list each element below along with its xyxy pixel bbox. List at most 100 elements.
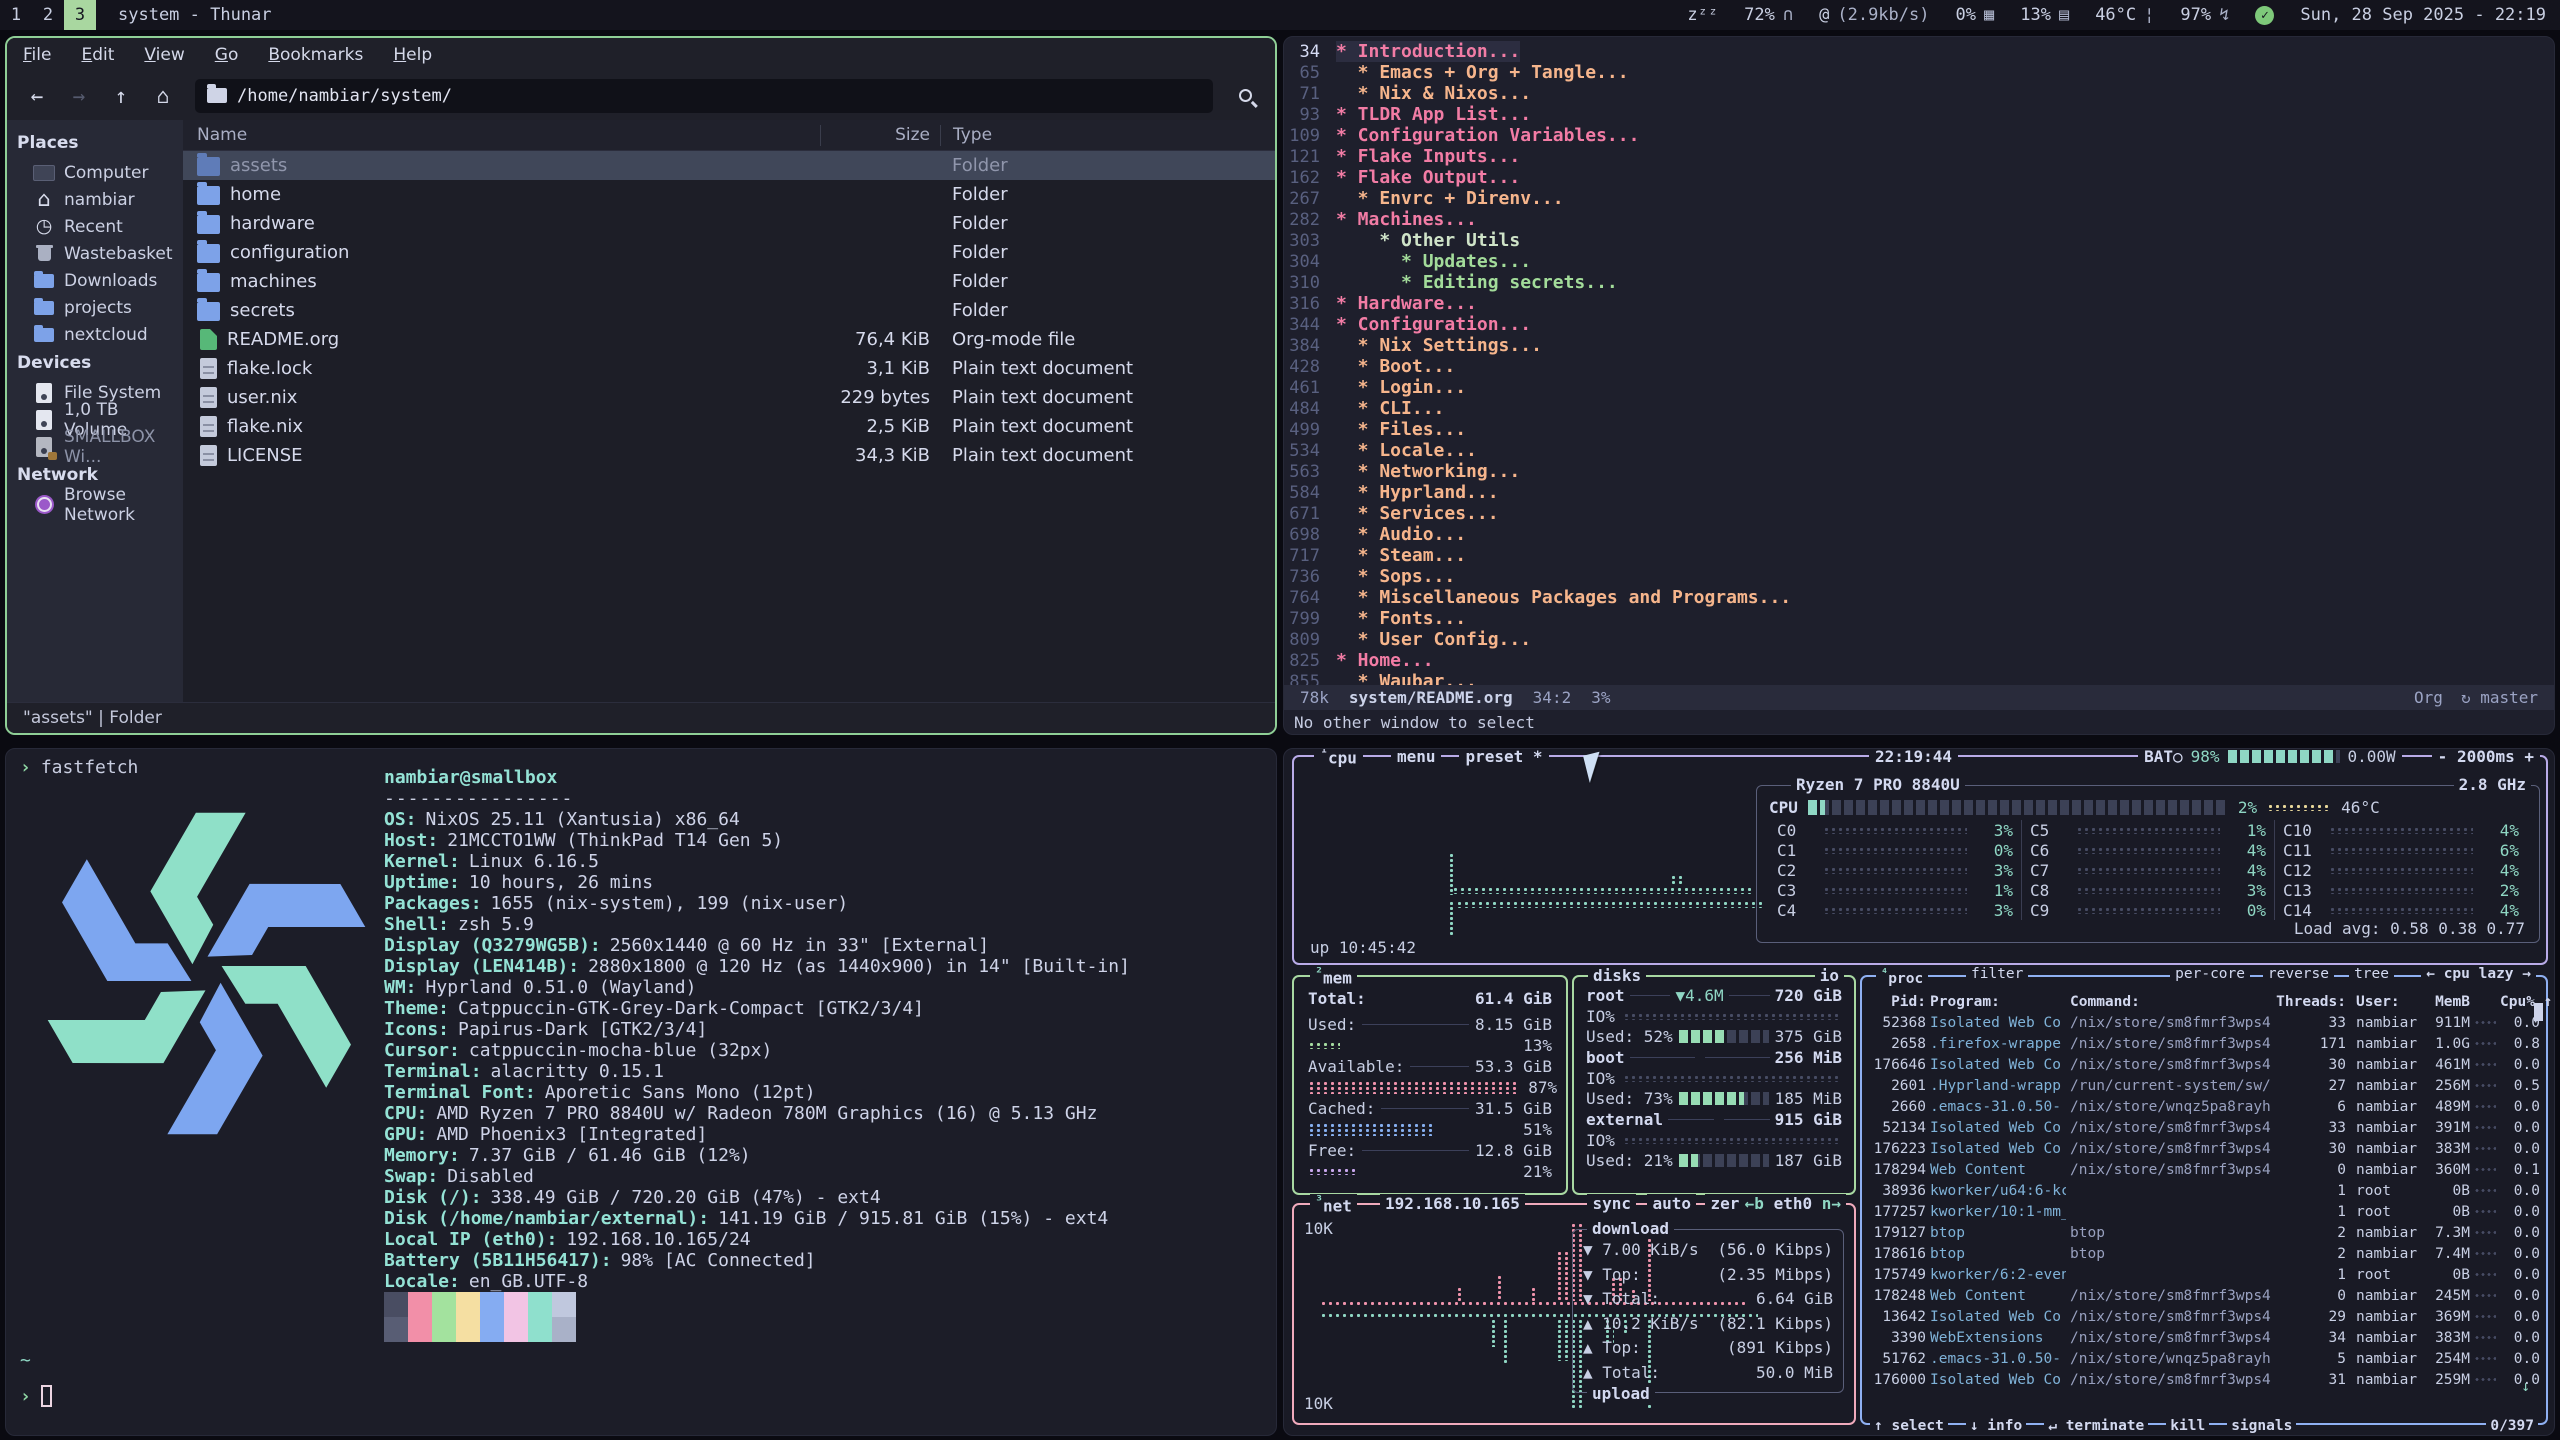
file-row[interactable]: secrets Folder	[183, 296, 1275, 325]
process-row[interactable]: 2658 .firefox-wrappe /nix/store/sm8fmrf3…	[1870, 1033, 2540, 1054]
disks-panel: disks io root▼4.6M720 GiB IO% Used: 52%3…	[1572, 975, 1856, 1195]
preset-button[interactable]: preset *	[1459, 748, 1548, 766]
sidebar-item[interactable]: Browse Network	[7, 491, 183, 518]
temperature[interactable]: 46°C ¦	[2095, 5, 2154, 25]
terminal-window[interactable]: › fastfetch nambiar@smallbox -----------…	[5, 748, 1277, 1436]
status-ok[interactable]: ✓	[2255, 6, 2274, 25]
process-row[interactable]: 178294 Web Content /nix/store/sm8fmrf3wp…	[1870, 1159, 2540, 1180]
process-row[interactable]: 178248 Web Content /nix/store/sm8fmrf3wp…	[1870, 1285, 2540, 1306]
forward-button[interactable]: →	[61, 79, 97, 113]
menu-item[interactable]: View	[144, 45, 184, 65]
buffer-percent: 3%	[1591, 688, 1610, 707]
up-button[interactable]: ↑	[103, 79, 139, 113]
sidebar-item[interactable]: nextcloud	[7, 321, 183, 348]
file-row[interactable]: flake.nix 2,5 KiB Plain text document	[183, 412, 1275, 441]
process-row[interactable]: 52368 Isolated Web Co /nix/store/sm8fmrf…	[1870, 1012, 2540, 1033]
net-sync-button[interactable]: sync	[1587, 1194, 1636, 1213]
file-row[interactable]: user.nix 229 bytes Plain text document	[183, 383, 1275, 412]
process-row[interactable]: 52134 Isolated Web Co /nix/store/sm8fmrf…	[1870, 1117, 2540, 1138]
tab-cpu[interactable]: ¹cpu	[1314, 748, 1363, 767]
process-row[interactable]: 51762 .emacs-31.0.50- /nix/store/wnqz5pa…	[1870, 1348, 2540, 1369]
line-number: 584	[1284, 483, 1336, 503]
tab-net[interactable]: ³net	[1310, 1194, 1357, 1215]
process-row[interactable]: 38936 kworker/u64:6-kc 1 root 0B 0.0	[1870, 1180, 2540, 1201]
proc-scrollbar[interactable]	[2534, 1003, 2543, 1021]
menu-item[interactable]: Edit	[81, 45, 114, 65]
sidebar-item[interactable]: Wastebasket	[7, 240, 183, 267]
process-row[interactable]: 177257 kworker/10:1-mm_ 1 root 0B 0.0	[1870, 1201, 2540, 1222]
cpu-usage[interactable]: 0% ▦	[1955, 5, 1994, 25]
file-row[interactable]: README.org 76,4 KiB Org-mode file	[183, 325, 1275, 354]
proc-tree-toggle[interactable]: tree	[2349, 966, 2394, 982]
cursor-position: 34:2	[1533, 688, 1572, 707]
update-interval[interactable]: - 2000ms +	[2432, 748, 2540, 766]
search-button[interactable]	[1227, 79, 1263, 113]
tab-proc[interactable]: ⁴proc	[1876, 966, 1928, 987]
sidebar-item[interactable]: Recent	[7, 213, 183, 240]
workspace-button[interactable]: 3	[64, 0, 96, 30]
proc-key-hint[interactable]: ↵ terminate	[2044, 1418, 2148, 1434]
proc-key-hint[interactable]: kill	[2166, 1418, 2209, 1434]
scroll-down-indicator[interactable]: ↓	[2521, 1379, 2530, 1395]
proc-key-hint[interactable]: ↓ info	[1966, 1418, 2026, 1434]
column-header-size[interactable]: Size	[820, 125, 940, 146]
proc-key-hint[interactable]: signals	[2227, 1418, 2296, 1434]
net-interface-switcher[interactable]: ←b eth0 n→	[1740, 1194, 1846, 1213]
process-row[interactable]: 176000 Isolated Web Co /nix/store/sm8fmr…	[1870, 1369, 2540, 1390]
volume[interactable]: 72% ∩	[1744, 5, 1793, 25]
sidebar-item[interactable]: Downloads	[7, 267, 183, 294]
proc-sort-selector[interactable]: ← cpu lazy →	[2421, 966, 2536, 982]
process-row[interactable]: 13642 Isolated Web Co /nix/store/sm8fmrf…	[1870, 1306, 2540, 1327]
net-auto-button[interactable]: auto	[1647, 1194, 1696, 1213]
sidebar-item[interactable]: projects	[7, 294, 183, 321]
back-button[interactable]: ←	[19, 79, 55, 113]
workspace-button[interactable]: 2	[32, 0, 64, 30]
process-row[interactable]: 2601 .Hyprland-wrapp /run/current-system…	[1870, 1075, 2540, 1096]
memory-usage[interactable]: 13% ▤	[2020, 5, 2069, 25]
disks-title[interactable]: disks	[1588, 966, 1646, 985]
path-bar[interactable]: /home/nambiar/system/	[195, 79, 1213, 113]
tab-mem[interactable]: ²mem	[1310, 966, 1357, 987]
process-row[interactable]: 2660 .emacs-31.0.50- /nix/store/wnqz5pa8…	[1870, 1096, 2540, 1117]
menu-item[interactable]: Bookmarks	[268, 45, 363, 65]
file-row[interactable]: machines Folder	[183, 267, 1275, 296]
proc-reverse-toggle[interactable]: reverse	[2263, 966, 2334, 982]
menu-item[interactable]: File	[23, 45, 51, 65]
idle-inhibitor[interactable]: zᶻᶻ	[1687, 5, 1718, 25]
process-row[interactable]: 176646 Isolated Web Co /nix/store/sm8fmr…	[1870, 1054, 2540, 1075]
file-row[interactable]: assets Folder	[183, 151, 1275, 180]
text-cursor[interactable]	[41, 1385, 52, 1407]
file-row[interactable]: configuration Folder	[183, 238, 1275, 267]
home-button[interactable]: ⌂	[145, 79, 181, 113]
workspace-button[interactable]: 1	[0, 0, 32, 30]
process-row[interactable]: 175749 kworker/6:2-even 1 root 0B 0.0	[1870, 1264, 2540, 1285]
process-row[interactable]: 3390 WebExtensions /nix/store/sm8fmrf3wp…	[1870, 1327, 2540, 1348]
process-row[interactable]: 176223 Isolated Web Co /nix/store/sm8fmr…	[1870, 1138, 2540, 1159]
sidebar-item[interactable]: nambiar	[7, 186, 183, 213]
file-row[interactable]: LICENSE 34,3 KiB Plain text document	[183, 441, 1275, 470]
io-mode-button[interactable]: io	[1815, 966, 1844, 985]
file-row[interactable]: flake.lock 3,1 KiB Plain text document	[183, 354, 1275, 383]
column-header-type[interactable]: Type	[940, 125, 1275, 146]
process-row[interactable]: 179127 btop btop 2 nambiar 7.3M 0.0	[1870, 1222, 2540, 1243]
thunar-window: File Edit View Go Bookmarks Help ← → ↑ ⌂ /hom…	[5, 36, 1277, 735]
battery[interactable]: 97% ↯	[2180, 5, 2229, 25]
clock[interactable]: Sun, 28 Sep 2025 - 22:19	[2300, 5, 2546, 25]
proc-key-hint[interactable]: ↑ select	[1870, 1418, 1948, 1434]
network-speed[interactable]: @ (2.9kb/s)	[1819, 5, 1929, 25]
menu-button[interactable]: menu	[1391, 748, 1442, 766]
column-headers: Name Size Type	[183, 120, 1275, 151]
sidebar-item[interactable]: SMALLBOX Wi...	[7, 433, 183, 460]
process-row[interactable]: 178616 btop btop 2 nambiar 7.4M 0.0	[1870, 1243, 2540, 1264]
org-buffer[interactable]: 34 * Introduction... 65 * Emacs + Org + …	[1284, 37, 2554, 685]
file-row[interactable]: home Folder	[183, 180, 1275, 209]
menu-item[interactable]: Go	[215, 45, 239, 65]
core-row: C51%	[2030, 820, 2266, 840]
menu-item[interactable]: Help	[393, 45, 432, 65]
sidebar-item[interactable]: Computer	[7, 159, 183, 186]
sidebar-item-icon	[33, 189, 55, 211]
proc-percore-toggle[interactable]: per-core	[2170, 966, 2250, 982]
proc-filter-button[interactable]: filter	[1966, 966, 2028, 982]
file-row[interactable]: hardware Folder	[183, 209, 1275, 238]
column-header-name[interactable]: Name	[183, 125, 820, 145]
